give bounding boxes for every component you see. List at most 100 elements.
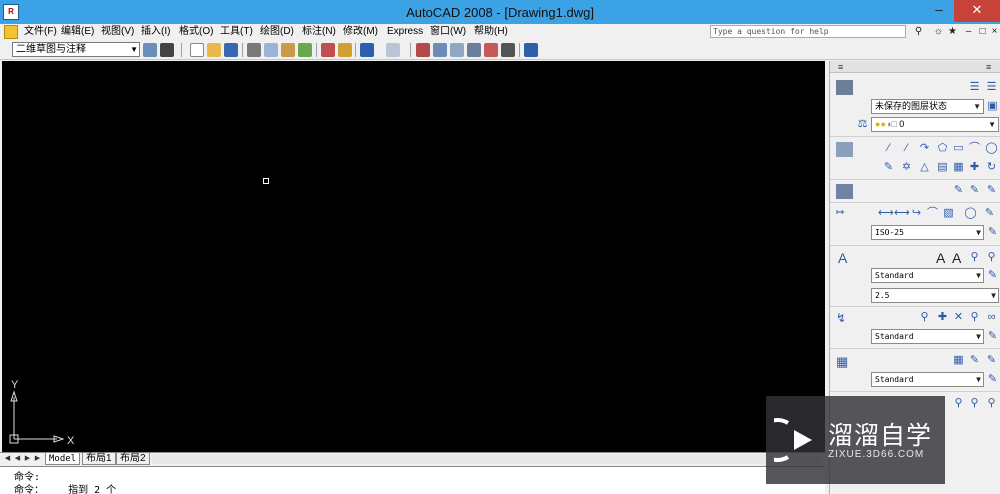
next-tab-icon[interactable]: ▶ xyxy=(23,454,32,464)
menu-modify[interactable]: 修改(M) xyxy=(343,25,378,39)
menu-tools[interactable]: 工具(T) xyxy=(220,25,253,39)
favorites-icon[interactable]: ★ xyxy=(946,25,959,38)
radius-dimension-icon[interactable]: ◯ xyxy=(964,207,977,220)
tables-panel-icon[interactable]: ▦ xyxy=(836,354,853,369)
collect-leaders-icon[interactable]: ∞ xyxy=(985,311,998,324)
check-spelling-icon[interactable]: ⚲ xyxy=(968,251,981,264)
plot-icon[interactable] xyxy=(247,43,261,57)
multileader-panel-icon[interactable]: ↯ xyxy=(836,311,853,326)
rectangle-icon[interactable]: ▭ xyxy=(952,142,965,155)
undo-icon[interactable] xyxy=(360,43,374,57)
minimize-icon[interactable]: – xyxy=(924,0,954,22)
help-icon[interactable] xyxy=(524,43,538,57)
baseline-dimension-icon[interactable]: ▧ xyxy=(942,207,955,220)
save-icon[interactable] xyxy=(224,43,238,57)
hatch-icon[interactable]: ✎ xyxy=(882,161,895,174)
polygon-icon[interactable]: ⬠ xyxy=(936,142,949,155)
menu-insert[interactable]: 插入(I) xyxy=(141,25,170,39)
layer-tools-icon[interactable]: ▣ xyxy=(986,100,999,113)
open-file-icon[interactable] xyxy=(207,43,221,57)
menu-dimension[interactable]: 标注(N) xyxy=(302,25,336,39)
sheet-set-icon[interactable] xyxy=(484,43,498,57)
table-style-icon[interactable]: ✎ xyxy=(986,373,999,386)
palette-menu-icon[interactable]: ≡ xyxy=(986,62,991,72)
menu-edit[interactable]: 编辑(E) xyxy=(61,25,94,39)
menu-draw[interactable]: 绘图(D) xyxy=(260,25,294,39)
palette-title-strip[interactable]: ≡ ≡ xyxy=(830,61,1000,73)
tab-model[interactable]: Model xyxy=(45,453,81,465)
linear-dimension-icon[interactable]: ⟷ xyxy=(878,207,894,220)
first-tab-icon[interactable]: ◀ xyxy=(3,454,12,464)
annotative-add-icon[interactable]: ✎ xyxy=(952,184,965,197)
annotative-remove-icon[interactable]: ✎ xyxy=(968,184,981,197)
layer-select[interactable]: ●●◑□ 0 ▼ xyxy=(871,117,999,132)
aligned-dimension-icon[interactable]: ⟷ xyxy=(894,207,910,220)
last-tab-icon[interactable]: ▶ xyxy=(33,454,42,464)
dimension-edit-icon[interactable]: ✎ xyxy=(983,207,996,220)
multileader-style-select[interactable]: Standard ▼ xyxy=(871,329,984,344)
multiline-text-icon[interactable]: A xyxy=(936,251,945,265)
zoom-extents-icon[interactable]: ⚲ xyxy=(985,397,998,410)
2d-draw-panel-icon[interactable] xyxy=(836,142,853,157)
circle-icon[interactable]: ◯ xyxy=(985,142,998,155)
array-icon[interactable]: ▦ xyxy=(952,161,965,174)
zoom-realtime-icon[interactable]: ⚲ xyxy=(968,397,981,410)
pan-icon[interactable] xyxy=(416,43,430,57)
annotative-sync-icon[interactable]: ✎ xyxy=(985,184,998,197)
text-panel-icon[interactable]: A xyxy=(838,251,847,265)
arc-length-icon[interactable]: ⌒ xyxy=(926,207,939,220)
workspace-select[interactable]: 二维草图与注释 ▼ xyxy=(12,42,140,57)
search-icon[interactable]: ⚲ xyxy=(912,25,925,38)
ordinate-dimension-icon[interactable]: ↪ xyxy=(910,207,923,220)
3d-dwf-icon[interactable] xyxy=(298,43,312,57)
rotate-icon[interactable]: ↻ xyxy=(985,161,998,174)
document-menu-icon[interactable] xyxy=(4,25,18,39)
dimension-style-icon[interactable]: ✎ xyxy=(986,226,999,239)
tool-palettes-icon[interactable] xyxy=(467,43,481,57)
layer-properties-icon[interactable]: ☰ xyxy=(968,81,981,94)
text-style-icon[interactable]: ✎ xyxy=(986,269,999,282)
dimensions-panel-icon[interactable]: ↦ xyxy=(836,207,853,222)
multileader-style-icon[interactable]: ✎ xyxy=(986,330,999,343)
align-leaders-icon[interactable]: ⚲ xyxy=(968,311,981,324)
publish-icon[interactable] xyxy=(281,43,295,57)
arc-icon[interactable]: ⌒ xyxy=(968,142,981,155)
plot-preview-icon[interactable] xyxy=(264,43,278,57)
scale-icon[interactable]: ▤ xyxy=(936,161,949,174)
help-search-input[interactable]: Type a question for help xyxy=(710,25,906,38)
close-icon[interactable]: ✕ xyxy=(954,0,1000,22)
move-icon[interactable]: ✚ xyxy=(968,161,981,174)
drawing-close-icon[interactable]: × xyxy=(988,25,1000,38)
communication-center-icon[interactable]: ☼ xyxy=(932,25,945,38)
match-properties-icon[interactable] xyxy=(338,43,352,57)
layer-state-select[interactable]: 未保存的图层状态 ▼ xyxy=(871,99,984,114)
data-link-icon[interactable]: ✎ xyxy=(968,354,981,367)
tab-layout2[interactable]: 布局2 xyxy=(116,453,150,465)
prev-tab-icon[interactable]: ◀ xyxy=(13,454,22,464)
multileader-icon[interactable]: ⚲ xyxy=(918,311,931,324)
table-icon[interactable]: ▦ xyxy=(952,354,965,367)
dimension-style-select[interactable]: ISO-25 ▼ xyxy=(871,225,984,240)
construction-line-icon[interactable]: ∕ xyxy=(900,142,913,155)
cut-icon[interactable] xyxy=(321,43,335,57)
menu-format[interactable]: 格式(O) xyxy=(179,25,213,39)
table-export-icon[interactable]: ✎ xyxy=(985,354,998,367)
workspace-settings-icon[interactable] xyxy=(143,43,157,57)
single-line-text-icon[interactable]: A xyxy=(952,251,961,265)
tab-layout1[interactable]: 布局1 xyxy=(82,453,116,465)
menu-express[interactable]: Express xyxy=(387,25,423,39)
design-center-icon[interactable] xyxy=(450,43,464,57)
layer-states-icon[interactable]: ☰ xyxy=(985,81,998,94)
region-icon[interactable]: ✡ xyxy=(900,161,913,174)
new-file-icon[interactable] xyxy=(190,43,204,57)
drawing-minimize-icon[interactable]: – xyxy=(962,25,975,38)
workspace-save-icon[interactable] xyxy=(160,43,174,57)
drawing-canvas[interactable]: Y X xyxy=(2,61,825,452)
line-icon[interactable]: ∕ xyxy=(882,142,895,155)
polyline-icon[interactable]: ↷ xyxy=(918,142,931,155)
find-text-icon[interactable]: ⚲ xyxy=(985,251,998,264)
menu-file[interactable]: 文件(F) xyxy=(24,25,57,39)
mirror-icon[interactable]: △ xyxy=(918,161,931,174)
palette-close-icon[interactable]: ≡ xyxy=(838,62,843,72)
layer-previous-icon[interactable]: ⚖ xyxy=(856,118,869,131)
